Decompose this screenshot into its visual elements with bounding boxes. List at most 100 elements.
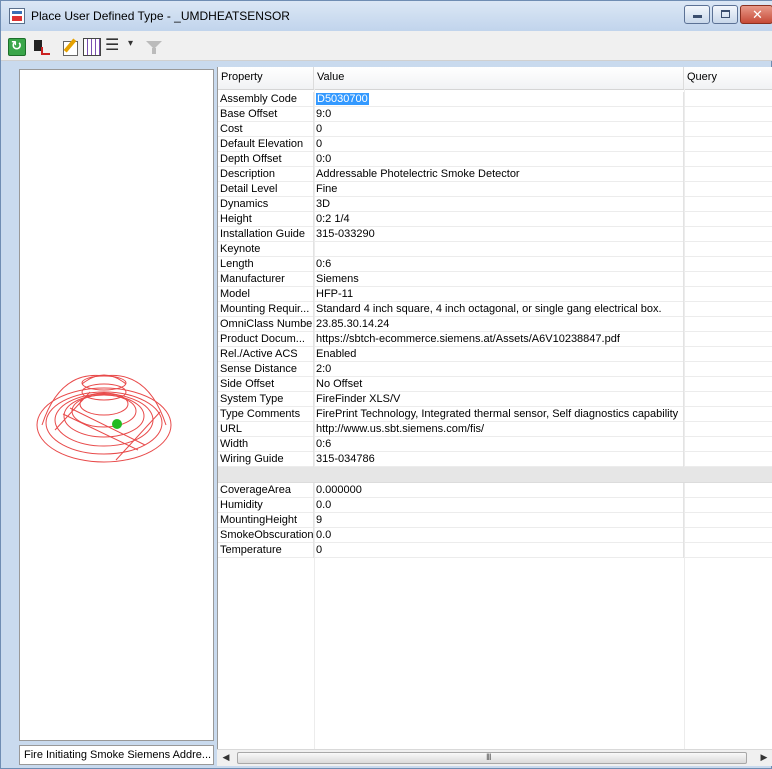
title-bar[interactable]: Place User Defined Type - _UMDHEATSENSOR… (1, 1, 772, 31)
query-cell[interactable] (684, 498, 772, 513)
column-header-value[interactable]: Value (314, 67, 684, 89)
table-row[interactable]: Temperature 0 (218, 543, 772, 558)
table-row[interactable]: Type Comments FirePrint Technology, Integ… (218, 407, 772, 422)
table-row[interactable]: Product Docum... https://sbtch-ecommerce.… (218, 332, 772, 347)
query-cell[interactable] (684, 257, 772, 272)
query-cell[interactable] (684, 287, 772, 302)
query-cell[interactable] (684, 137, 772, 152)
property-value-cell[interactable]: 0.000000 (314, 483, 684, 498)
query-cell[interactable] (684, 122, 772, 137)
query-cell[interactable] (684, 302, 772, 317)
chevron-down-icon[interactable] (127, 38, 137, 56)
property-value-cell[interactable]: http://www.us.sbt.siemens.com/fis/ (314, 422, 684, 437)
property-value-cell[interactable]: Enabled (314, 347, 684, 362)
property-value-cell[interactable]: 0:6 (314, 437, 684, 452)
column-header-property[interactable]: Property (218, 67, 314, 89)
table-row[interactable]: Detail Level Fine (218, 182, 772, 197)
property-value-cell[interactable]: https://sbtch-ecommerce.siemens.at/Asset… (314, 332, 684, 347)
property-value-cell[interactable]: 315-033290 (314, 227, 684, 242)
query-cell[interactable] (684, 182, 772, 197)
table-row[interactable]: Mounting Requir... Standard 4 inch square… (218, 302, 772, 317)
property-value-cell[interactable]: 0 (314, 122, 684, 137)
property-value-cell[interactable]: 0:2 1/4 (314, 212, 684, 227)
query-cell[interactable] (684, 392, 772, 407)
query-cell[interactable] (684, 407, 772, 422)
scroll-right-icon[interactable]: ▶ (757, 752, 771, 764)
preview-panel[interactable] (19, 69, 214, 741)
table-row[interactable]: Dynamics 3D (218, 197, 772, 212)
query-cell[interactable] (684, 332, 772, 347)
property-value-cell[interactable]: 3D (314, 197, 684, 212)
property-value-cell[interactable]: Siemens (314, 272, 684, 287)
table-row[interactable]: Rel./Active ACS Enabled (218, 347, 772, 362)
edit-icon[interactable] (62, 38, 80, 56)
scroll-left-icon[interactable]: ◀ (219, 752, 233, 764)
property-value-cell[interactable]: 9:0 (314, 107, 684, 122)
scroll-thumb[interactable]: III (237, 752, 747, 764)
property-value-cell[interactable]: 2:0 (314, 362, 684, 377)
table-row[interactable]: CoverageArea 0.000000 (218, 483, 772, 498)
query-cell[interactable] (684, 528, 772, 543)
query-cell[interactable] (684, 92, 772, 107)
property-value-cell[interactable]: 23.85.30.14.24 (314, 317, 684, 332)
table-row[interactable]: Sense Distance 2:0 (218, 362, 772, 377)
property-value-cell[interactable]: Fine (314, 182, 684, 197)
column-header-query[interactable]: Query (684, 67, 772, 89)
horizontal-scrollbar[interactable]: ◀ III ▶ (217, 749, 772, 766)
property-value-cell[interactable]: 0 (314, 137, 684, 152)
property-value-cell[interactable] (314, 242, 684, 257)
property-value-cell[interactable]: No Offset (314, 377, 684, 392)
table-row[interactable]: Width 0:6 (218, 437, 772, 452)
table-row[interactable]: Humidity 0.0 (218, 498, 772, 513)
query-cell[interactable] (684, 437, 772, 452)
table-row[interactable]: Assembly Code D5030700 (218, 92, 772, 107)
query-cell[interactable] (684, 452, 772, 467)
query-cell[interactable] (684, 317, 772, 332)
property-value-cell[interactable]: 0.0 (314, 498, 684, 513)
query-cell[interactable] (684, 362, 772, 377)
table-row[interactable]: MountingHeight 9 (218, 513, 772, 528)
table-row[interactable]: OmniClass Number 23.85.30.14.24 (218, 317, 772, 332)
property-value-cell[interactable]: FirePrint Technology, Integrated thermal… (314, 407, 684, 422)
query-cell[interactable] (684, 152, 772, 167)
table-row[interactable]: Model HFP-11 (218, 287, 772, 302)
table-row[interactable]: System Type FireFinder XLS/V (218, 392, 772, 407)
property-value-cell[interactable]: 0.0 (314, 528, 684, 543)
property-value-cell[interactable]: HFP-11 (314, 287, 684, 302)
query-cell[interactable] (684, 272, 772, 287)
query-cell[interactable] (684, 543, 772, 558)
close-button[interactable]: ✕ (740, 5, 772, 24)
table-row[interactable]: Side Offset No Offset (218, 377, 772, 392)
grid-icon[interactable] (83, 38, 101, 56)
table-row[interactable]: Base Offset 9:0 (218, 107, 772, 122)
property-value-cell[interactable]: Standard 4 inch square, 4 inch octagonal… (314, 302, 684, 317)
query-cell[interactable] (684, 422, 772, 437)
query-cell[interactable] (684, 483, 772, 498)
query-cell[interactable] (684, 197, 772, 212)
table-row[interactable]: Height 0:2 1/4 (218, 212, 772, 227)
property-value-cell[interactable]: 0 (314, 543, 684, 558)
query-cell[interactable] (684, 212, 772, 227)
query-cell[interactable] (684, 107, 772, 122)
status-text-field[interactable]: Fire Initiating Smoke Siemens Addre... (19, 745, 214, 765)
property-value-cell[interactable]: FireFinder XLS/V (314, 392, 684, 407)
query-cell[interactable] (684, 227, 772, 242)
place-icon[interactable] (32, 38, 50, 56)
property-value-cell[interactable]: 0:6 (314, 257, 684, 272)
property-value-cell[interactable]: 0:0 (314, 152, 684, 167)
table-row[interactable]: Default Elevation 0 (218, 137, 772, 152)
table-row[interactable]: SmokeObscuration 0.0 (218, 528, 772, 543)
maximize-button[interactable] (712, 5, 738, 24)
property-value-cell[interactable]: D5030700 (314, 92, 684, 107)
query-cell[interactable] (684, 347, 772, 362)
table-row[interactable]: Length 0:6 (218, 257, 772, 272)
table-row[interactable]: Cost 0 (218, 122, 772, 137)
query-cell[interactable] (684, 242, 772, 257)
table-row[interactable]: Installation Guide 315-033290 (218, 227, 772, 242)
table-row[interactable]: Description Addressable Photelectric Smok… (218, 167, 772, 182)
property-value-cell[interactable]: Addressable Photelectric Smoke Detector (314, 167, 684, 182)
selected-value-text[interactable]: D5030700 (316, 93, 369, 105)
property-value-cell[interactable]: 315-034786 (314, 452, 684, 467)
table-row[interactable]: Keynote (218, 242, 772, 257)
query-cell[interactable] (684, 513, 772, 528)
